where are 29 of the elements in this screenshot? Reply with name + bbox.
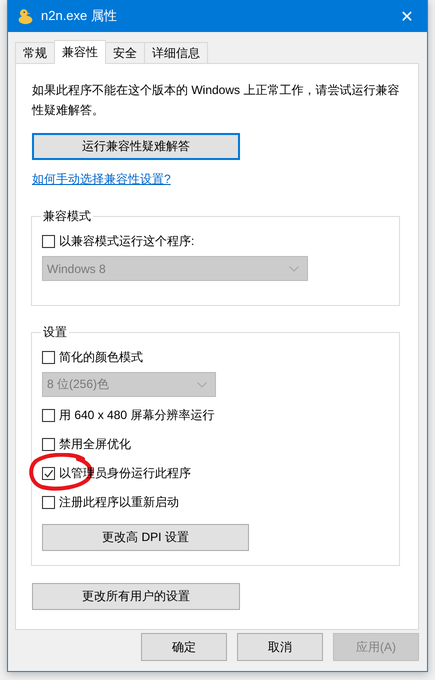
- dialog-button[interactable]: 确定: [141, 633, 227, 661]
- window-title: n2n.exe 属性: [41, 7, 118, 25]
- checkbox-label: 禁用全屏优化: [59, 436, 131, 453]
- tab[interactable]: 常规: [15, 42, 55, 63]
- intro-text: 如果此程序不能在这个版本的 Windows 上正常工作，请尝试运行兼容性疑难解答。: [32, 82, 400, 119]
- duck-icon: [17, 8, 34, 24]
- dpi-settings-button[interactable]: 更改高 DPI 设置: [42, 524, 249, 551]
- group-title: 设置: [42, 324, 68, 341]
- checkbox[interactable]: [42, 351, 55, 364]
- checkbox[interactable]: [42, 409, 55, 422]
- all-users-button[interactable]: 更改所有用户的设置: [32, 583, 240, 610]
- tab[interactable]: 详细信息: [144, 42, 208, 63]
- chevron-down-icon: [289, 266, 299, 272]
- dialog-button[interactable]: 取消: [237, 633, 323, 661]
- troubleshoot-button[interactable]: 运行兼容性疑难解答: [32, 133, 240, 160]
- checkbox[interactable]: [42, 438, 55, 451]
- checkbox-label: 注册此程序以重新启动: [59, 494, 179, 511]
- help-link[interactable]: 如何手动选择兼容性设置?: [32, 171, 171, 188]
- tab[interactable]: 兼容性: [54, 40, 106, 64]
- checkbox-label: 以兼容模式运行这个程序:: [59, 233, 194, 250]
- chevron-down-icon: [197, 382, 207, 388]
- dropdown-value: Windows 8: [47, 262, 106, 276]
- checkbox[interactable]: [42, 235, 55, 248]
- checkbox-label: 简化的颜色模式: [59, 349, 143, 366]
- checkbox-label: 用 640 x 480 屏幕分辨率运行: [59, 407, 214, 424]
- close-button[interactable]: ✕: [387, 0, 427, 32]
- group-title: 兼容模式: [42, 208, 92, 225]
- dropdown-value: 8 位(256)色: [47, 376, 110, 393]
- checkbox[interactable]: [42, 496, 55, 509]
